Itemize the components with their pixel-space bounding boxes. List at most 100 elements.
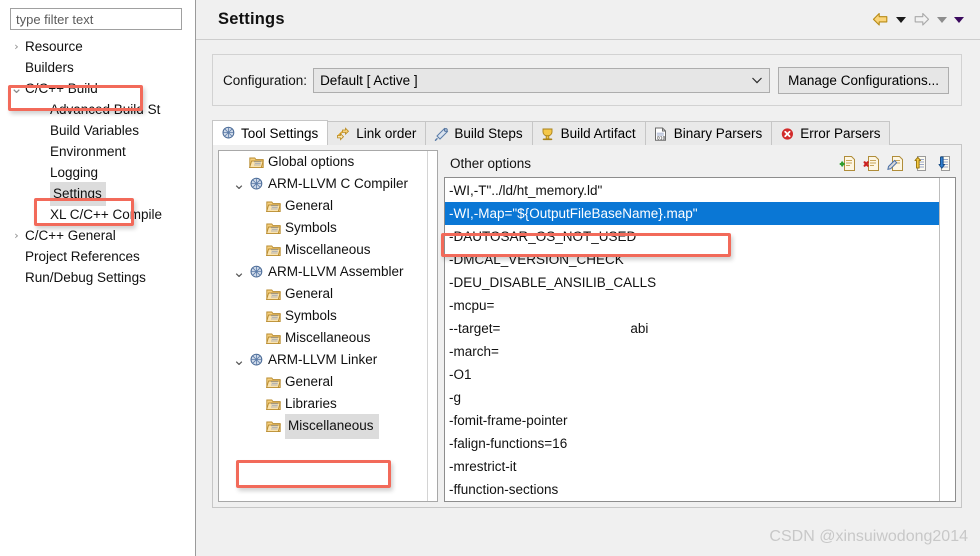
tool-tree-item[interactable]: General: [219, 195, 437, 217]
option-list-item[interactable]: -DAUTOSAR_OS_NOT_USED: [445, 225, 939, 248]
tool-tree-item[interactable]: Symbols: [219, 217, 437, 239]
pref-tree-item[interactable]: Builders: [0, 57, 195, 78]
filter-input[interactable]: [10, 8, 182, 30]
binary-parsers-icon: 010: [653, 126, 669, 142]
option-list-item[interactable]: -DMCAL_VERSION_CHECK: [445, 248, 939, 271]
tool-settings-content: Global options ⌄ ARM-LLVM C Compiler Genera…: [212, 144, 962, 508]
folder-icon: [264, 375, 282, 389]
option-text: -g: [449, 390, 462, 405]
option-list-item[interactable]: -WI,-Map="${OutputFileBaseName}.map": [445, 202, 939, 225]
configuration-value: Default [ Active ]: [320, 72, 418, 88]
option-text: -march=: [449, 344, 499, 359]
page-title: Settings: [218, 10, 285, 28]
pref-tree-item[interactable]: XL C/C++ Compile: [0, 204, 195, 225]
pref-tree-item[interactable]: Logging: [0, 162, 195, 183]
back-history-caret-down-icon[interactable]: [894, 9, 908, 31]
tool-tree-scrollbar[interactable]: [427, 151, 437, 501]
pref-tree-item[interactable]: Run/Debug Settings: [0, 267, 195, 288]
settings-main-panel: Settings Configuration: Default [Active…: [196, 0, 980, 556]
tab-label: Build Artifact: [560, 126, 636, 141]
pref-tree-item-label: Environment: [50, 144, 126, 159]
tool-tree-item-label: Miscellaneous: [285, 330, 371, 345]
tool-tree-item[interactable]: Global options: [219, 151, 437, 173]
back-arrow-icon[interactable]: [870, 9, 891, 31]
option-list-item[interactable]: -fdata-sections: [445, 501, 939, 502]
configuration-select[interactable]: Default [ Active ]: [313, 67, 771, 93]
other-options-list[interactable]: -WI,-T"../ld/ht_memory.ld" -WI,-Map="${Ou…: [444, 177, 956, 502]
tab-build-steps[interactable]: Build Steps: [425, 121, 533, 145]
option-list-item[interactable]: --target= abi: [445, 317, 939, 340]
option-text: -WI,-Map="${OutputFileBaseName}.map": [449, 206, 698, 221]
tool-tree-item[interactable]: ⌄ ARM-LLVM Assembler: [219, 261, 437, 283]
pref-tree-item[interactable]: Advanced Build St: [0, 99, 195, 120]
filter-wrap: [0, 0, 195, 34]
option-list-item[interactable]: -ffunction-sections: [445, 478, 939, 501]
option-text: -ffunction-sections: [449, 482, 559, 497]
move-down-option-button[interactable]: [934, 155, 952, 173]
option-text: -DMCAL_VERSION_CHECK: [449, 252, 624, 267]
tab-link-order[interactable]: Link order: [327, 121, 427, 145]
option-text: -falign-functions=16: [449, 436, 568, 451]
pref-tree-item[interactable]: › C/C++ General: [0, 225, 195, 246]
pref-tree-item[interactable]: Build Variables: [0, 120, 195, 141]
folder-icon: [264, 331, 282, 345]
tool-tree-item-label: Symbols: [285, 220, 337, 235]
tool-tree-item-label: Miscellaneous: [285, 413, 379, 439]
option-list-item[interactable]: -mcpu=: [445, 294, 939, 317]
folder-icon: [264, 309, 282, 323]
pref-tree-item[interactable]: Project References: [0, 246, 195, 267]
tool-tree-item[interactable]: General: [219, 371, 437, 393]
tool-tree-item[interactable]: General: [219, 283, 437, 305]
redacted-region: [500, 321, 631, 337]
tab-error-parsers[interactable]: Error Parsers: [771, 121, 891, 145]
edit-option-button[interactable]: [886, 155, 904, 173]
chevron-down-icon[interactable]: ⌄: [231, 177, 247, 192]
option-list-item[interactable]: -fomit-frame-pointer: [445, 409, 939, 432]
tool-tree-item[interactable]: Libraries: [219, 393, 437, 415]
preference-tree[interactable]: › Resource Builders ⌄ C/C++ Build Advanced Bu…: [0, 34, 195, 288]
add-option-button[interactable]: [838, 155, 856, 173]
settings-tabs[interactable]: Tool Settings Link order Build Steps Build …: [212, 120, 980, 145]
view-menu-caret-down-icon[interactable]: [952, 9, 966, 31]
tab-tool-settings[interactable]: Tool Settings: [212, 120, 329, 145]
pref-tree-item[interactable]: ⌄ C/C++ Build: [0, 78, 195, 99]
tool-tree-item[interactable]: ⌄ ARM-LLVM C Compiler: [219, 173, 437, 195]
option-list-item[interactable]: -DEU_DISABLE_ANSILIB_CALLS: [445, 271, 939, 294]
pref-tree-item[interactable]: › Resource: [0, 36, 195, 57]
tool-tree-item[interactable]: ⌄ ARM-LLVM Linker: [219, 349, 437, 371]
delete-option-button[interactable]: [862, 155, 880, 173]
chevron-down-icon[interactable]: ⌄: [231, 353, 247, 368]
option-list-item[interactable]: -march=: [445, 340, 939, 363]
tab-binary-parsers[interactable]: 010 Binary Parsers: [644, 121, 773, 145]
option-list-item[interactable]: -WI,-T"../ld/ht_memory.ld": [445, 179, 939, 202]
chevron-right-icon[interactable]: ›: [8, 225, 25, 246]
tool-tree-item[interactable]: Miscellaneous: [219, 239, 437, 261]
tool-settings-tree[interactable]: Global options ⌄ ARM-LLVM C Compiler Genera…: [218, 150, 438, 502]
pref-tree-item-label: Builders: [25, 60, 74, 75]
pref-tree-item[interactable]: Environment: [0, 141, 195, 162]
folder-icon: [264, 221, 282, 235]
option-list-item[interactable]: -falign-functions=16: [445, 432, 939, 455]
chevron-down-icon[interactable]: ⌄: [231, 265, 247, 280]
tool-tree-item[interactable]: Miscellaneous: [219, 327, 437, 349]
tab-label: Build Steps: [454, 126, 523, 141]
chevron-right-icon[interactable]: ›: [8, 36, 25, 57]
chevron-down-icon: [751, 73, 763, 88]
pref-tree-item[interactable]: Settings: [0, 181, 195, 206]
tool-tree-item[interactable]: Miscellaneous: [219, 413, 437, 439]
tool-tree-item[interactable]: Symbols: [219, 305, 437, 327]
option-text: -mrestrict-it: [449, 459, 517, 474]
tool-tree-item-label: General: [285, 374, 334, 389]
move-up-option-button[interactable]: [910, 155, 928, 173]
navigation-icons: [870, 9, 966, 31]
option-list-item[interactable]: -g: [445, 386, 939, 409]
other-options-scrollbar[interactable]: [939, 178, 955, 501]
other-options-toolbar: [838, 155, 952, 173]
chevron-down-icon[interactable]: ⌄: [8, 81, 25, 96]
option-list-item[interactable]: -mrestrict-it: [445, 455, 939, 478]
tab-build-artifact[interactable]: Build Artifact: [531, 121, 646, 145]
manage-configurations-button[interactable]: Manage Configurations...: [778, 66, 949, 94]
option-list-item[interactable]: -O1: [445, 363, 939, 386]
other-options-header: Other options: [444, 150, 956, 177]
tool-tree-item-label: Global options: [268, 154, 355, 169]
